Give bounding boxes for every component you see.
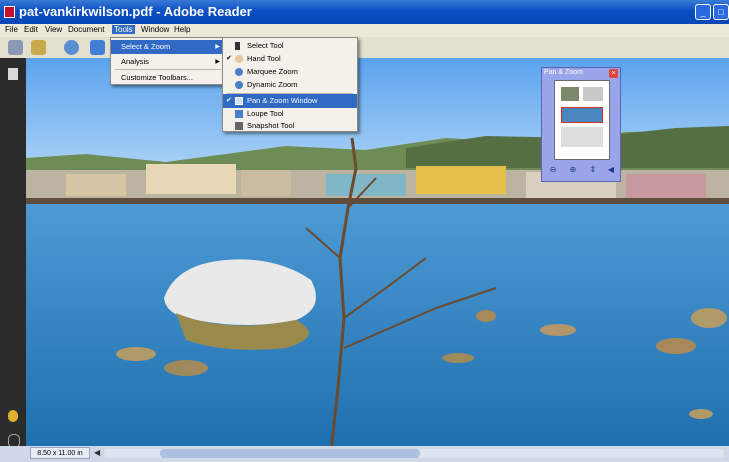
hand-icon [235, 55, 243, 63]
marquee-zoom-icon [235, 68, 243, 76]
scroll-left-icon[interactable]: ◀ [94, 448, 100, 457]
camera-icon [235, 122, 243, 130]
menu-item-label: Snapshot Tool [247, 121, 295, 130]
pan-zoom-title: Pan & Zoom [544, 69, 583, 76]
menu-item-label: Hand Tool [247, 54, 281, 63]
pan-zoom-window[interactable]: Pan & Zoom × ⊖ ⊕ ⇕ ◀ [541, 67, 621, 182]
up-arrow-icon[interactable] [90, 40, 105, 55]
status-bar: 8.50 x 11.00 in ◀ [0, 446, 729, 462]
page-thumbnail[interactable] [554, 80, 610, 160]
thumbnail-text [583, 87, 603, 101]
menu-item-loupe-tool[interactable]: Loupe Tool [223, 107, 357, 121]
menu-item-dynamic-zoom[interactable]: Dynamic Zoom [223, 78, 357, 92]
scrollbar-thumb[interactable] [160, 449, 420, 458]
document-view[interactable] [26, 58, 729, 452]
title-bar: pat-vankirkwilson.pdf - Adobe Reader _ □ [0, 0, 729, 24]
menu-item-label: Select & Zoom [121, 42, 171, 51]
menu-item-label: Marquee Zoom [247, 67, 298, 76]
menu-item-pan-zoom-window[interactable]: ✔ Pan & Zoom Window [223, 94, 357, 108]
menu-item-analysis[interactable]: Analysis ▶ [111, 55, 224, 69]
close-icon[interactable]: × [609, 69, 618, 78]
menu-item-label: Dynamic Zoom [247, 80, 298, 89]
checkmark-icon: ✔ [226, 55, 232, 62]
thumbnail-text [561, 127, 603, 147]
print-icon[interactable] [8, 40, 23, 55]
menu-view[interactable]: View [43, 25, 64, 34]
minimize-icon: _ [700, 7, 706, 17]
menu-item-label: Select Tool [247, 41, 284, 50]
search-icon[interactable] [64, 40, 79, 55]
thumbnail-image [561, 87, 579, 101]
menu-bar: File Edit View Document Tools Window Hel… [0, 24, 729, 37]
menu-item-label: Analysis [121, 57, 149, 66]
menu-item-customize-toolbars[interactable]: Customize Toolbars... [111, 71, 224, 85]
menu-tools[interactable]: Tools [112, 25, 135, 34]
menu-edit[interactable]: Edit [22, 25, 40, 34]
menu-item-select-tool[interactable]: Select Tool [223, 39, 357, 53]
pan-zoom-window-icon [235, 97, 243, 105]
view-rectangle[interactable] [561, 107, 603, 123]
tools-menu: Select & Zoom ▶ Analysis ▶ Customize Too… [110, 37, 225, 85]
page-size-readout: 8.50 x 11.00 in [30, 447, 90, 459]
fit-page-icon[interactable]: ⇕ [588, 165, 598, 175]
zoom-in-icon[interactable]: ⊕ [568, 165, 578, 175]
menu-document[interactable]: Document [66, 25, 106, 34]
maximize-icon: □ [718, 7, 724, 17]
cursor-arrow-icon [235, 42, 240, 50]
menu-item-label: Customize Toolbars... [121, 73, 193, 82]
back-icon[interactable]: ◀ [606, 165, 616, 175]
menu-window[interactable]: Window [139, 25, 171, 34]
menu-item-snapshot-tool[interactable]: Snapshot Tool [223, 120, 357, 132]
submenu-arrow-icon: ▶ [215, 44, 220, 50]
menu-item-marquee-zoom[interactable]: Marquee Zoom [223, 65, 357, 79]
adobe-reader-icon [4, 6, 15, 18]
menu-item-select-zoom[interactable]: Select & Zoom ▶ [111, 40, 224, 54]
menu-item-label: Pan & Zoom Window [247, 96, 318, 105]
maximize-button[interactable]: □ [713, 4, 729, 20]
select-zoom-submenu: Select Tool ✔ Hand Tool Marquee Zoom Dyn… [222, 37, 358, 132]
email-icon[interactable] [31, 40, 46, 55]
menu-separator [115, 69, 221, 70]
menu-item-hand-tool[interactable]: ✔ Hand Tool [223, 52, 357, 66]
dynamic-zoom-icon [235, 81, 243, 89]
loupe-icon [235, 110, 243, 118]
minimize-button[interactable]: _ [695, 4, 711, 20]
menu-file[interactable]: File [3, 25, 20, 34]
zoom-out-icon[interactable]: ⊖ [548, 165, 558, 175]
harbor-photo [26, 58, 729, 452]
window-title: pat-vankirkwilson.pdf - Adobe Reader [19, 4, 252, 19]
menu-help[interactable]: Help [172, 25, 192, 34]
submenu-arrow-icon: ▶ [215, 59, 220, 65]
checkmark-icon: ✔ [226, 97, 232, 104]
comments-icon[interactable] [8, 410, 18, 422]
navigation-pane [0, 58, 26, 452]
menu-item-label: Loupe Tool [247, 109, 284, 118]
pages-icon[interactable] [8, 68, 18, 80]
